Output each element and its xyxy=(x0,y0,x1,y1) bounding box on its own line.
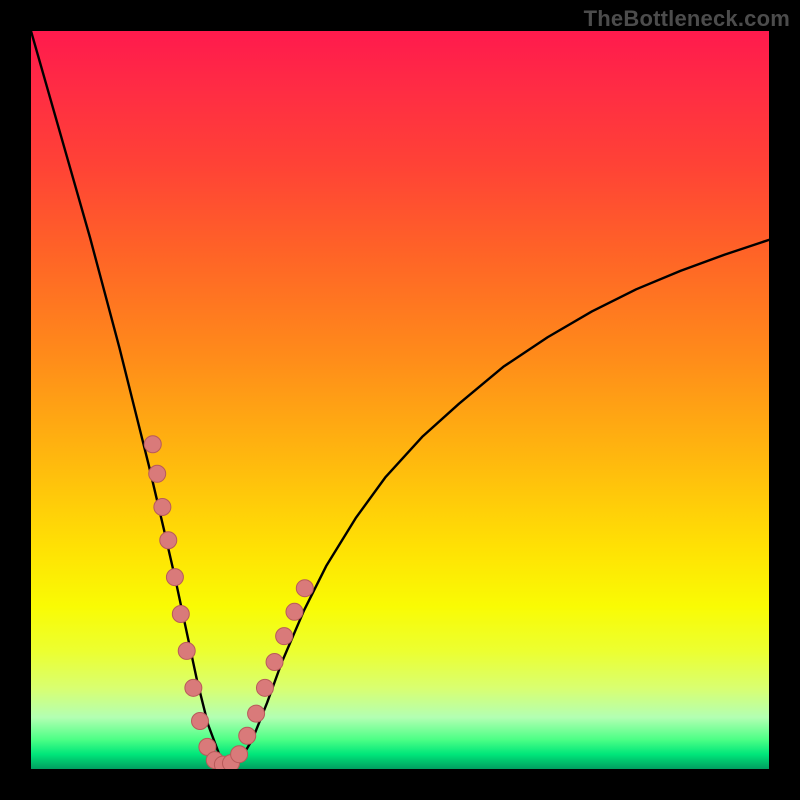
data-dot xyxy=(231,746,248,763)
data-dot xyxy=(160,532,177,549)
chart-svg xyxy=(31,31,769,769)
data-dot xyxy=(296,580,313,597)
data-dot xyxy=(144,436,161,453)
data-dot xyxy=(286,603,303,620)
data-dot xyxy=(178,642,195,659)
data-dots xyxy=(144,436,313,769)
data-dot xyxy=(154,499,171,516)
data-dot xyxy=(239,727,256,744)
data-dot xyxy=(149,465,166,482)
data-dot xyxy=(266,653,283,670)
chart-frame: { "watermark": "TheBottleneck.com", "col… xyxy=(0,0,800,800)
data-dot xyxy=(256,679,273,696)
data-dot xyxy=(185,679,202,696)
plot-area xyxy=(31,31,769,769)
data-dot xyxy=(248,705,265,722)
bottleneck-curve xyxy=(31,31,769,765)
data-dot xyxy=(192,713,209,730)
data-dot xyxy=(172,606,189,623)
data-dot xyxy=(166,569,183,586)
watermark: TheBottleneck.com xyxy=(584,6,790,32)
data-dot xyxy=(276,628,293,645)
